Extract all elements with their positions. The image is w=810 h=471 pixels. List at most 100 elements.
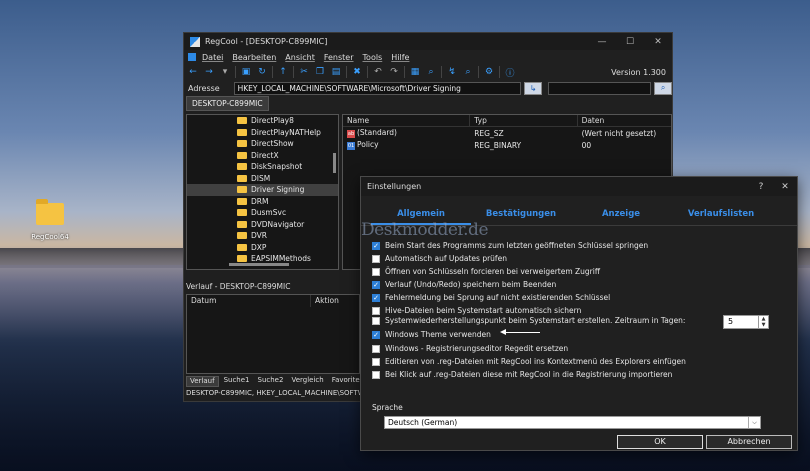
- search-icon[interactable]: ⌕: [462, 66, 474, 78]
- option-row[interactable]: Öffnen von Schlüsseln forcieren bei verw…: [372, 266, 600, 277]
- checkbox[interactable]: ✓: [372, 241, 380, 250]
- dropdown-icon[interactable]: ▾: [219, 66, 231, 78]
- tab-vergleich[interactable]: Vergleich: [288, 376, 326, 387]
- help-icon[interactable]: ⓘ: [504, 66, 516, 79]
- checkbox[interactable]: [372, 370, 380, 379]
- option-row[interactable]: ✓ Windows Theme verwenden: [372, 329, 491, 340]
- maximize-button[interactable]: ☐: [616, 37, 644, 47]
- menu-bearbeiten[interactable]: Bearbeiten: [232, 53, 276, 62]
- address-input[interactable]: HKEY_LOCAL_MACHINE\SOFTWARE\Microsoft\Dr…: [233, 81, 522, 95]
- option-label: Editieren von .reg-Dateien mit RegCool i…: [385, 357, 686, 366]
- checkbox[interactable]: [372, 316, 380, 325]
- option-label: Windows - Registrierungseditor Regedit e…: [385, 344, 569, 353]
- table-row[interactable]: ab (Standard) REG_SZ (Wert nicht gesetzt): [343, 127, 671, 139]
- checkbox[interactable]: ✓: [372, 280, 380, 289]
- option-row[interactable]: Editieren von .reg-Dateien mit RegCool i…: [372, 356, 686, 367]
- jump-icon[interactable]: ↯: [446, 66, 458, 78]
- table-row[interactable]: 01 Policy REG_BINARY 00: [343, 139, 671, 151]
- menu-datei[interactable]: Datei: [202, 53, 223, 62]
- checkbox[interactable]: [372, 344, 380, 353]
- value-name: Policy: [357, 140, 379, 149]
- save-icon[interactable]: ▣: [240, 66, 252, 78]
- tree-item[interactable]: DVDNavigator: [187, 219, 338, 231]
- column-aktion[interactable]: Aktion: [311, 295, 339, 307]
- tree-item[interactable]: DISM: [187, 173, 338, 185]
- search-input[interactable]: [548, 81, 652, 95]
- tree-item[interactable]: DirectShow: [187, 138, 338, 150]
- tree-item[interactable]: DiskSnapshot: [187, 161, 338, 173]
- tree-item[interactable]: DRM: [187, 196, 338, 208]
- delete-icon[interactable]: ✖: [351, 66, 363, 78]
- option-row[interactable]: Bei Klick auf .reg-Dateien diese mit Reg…: [372, 369, 672, 380]
- tab-machine[interactable]: DESKTOP-C899MIC: [186, 96, 269, 111]
- tree-item[interactable]: Driver Signing: [187, 184, 338, 196]
- undo-icon[interactable]: ↶: [372, 66, 384, 78]
- column-type[interactable]: Typ: [470, 115, 578, 127]
- tab-verlaufslisten[interactable]: Verlaufslisten: [671, 206, 771, 225]
- column-data[interactable]: Daten: [578, 115, 671, 127]
- refresh-icon[interactable]: ↻: [256, 66, 268, 78]
- menu-tools[interactable]: Tools: [363, 53, 383, 62]
- dialog-titlebar[interactable]: Einstellungen ? ✕: [361, 177, 797, 196]
- checkbox[interactable]: ✓: [372, 330, 380, 339]
- copy-icon[interactable]: ❐: [314, 66, 326, 78]
- checkbox[interactable]: ✓: [372, 293, 380, 302]
- tab-suche1[interactable]: Suche1: [221, 376, 253, 387]
- find-icon[interactable]: ⌕: [425, 66, 437, 78]
- tree-item[interactable]: DirectPlayNATHelp: [187, 127, 338, 139]
- tree-item-label: DusmSvc: [251, 208, 287, 218]
- option-row[interactable]: ✓ Fehlermeldung bei Sprung auf nicht exis…: [372, 292, 610, 303]
- checkbox[interactable]: [372, 267, 380, 276]
- tab-anzeige[interactable]: Anzeige: [571, 206, 671, 225]
- menu-fenster[interactable]: Fenster: [324, 53, 354, 62]
- days-spinbox[interactable]: 5 ▲ ▼: [723, 315, 769, 329]
- chevron-down-icon[interactable]: ⌵: [748, 417, 760, 428]
- ok-button[interactable]: OK: [617, 435, 703, 449]
- paste-icon[interactable]: ▤: [330, 66, 342, 78]
- menu-hilfe[interactable]: Hilfe: [391, 53, 409, 62]
- app-menu-icon[interactable]: [188, 53, 196, 61]
- tree-item[interactable]: DVR: [187, 230, 338, 242]
- option-row[interactable]: Windows - Registrierungseditor Regedit e…: [372, 343, 568, 354]
- dialog-title: Einstellungen: [367, 182, 422, 191]
- cut-icon[interactable]: ✂: [298, 66, 310, 78]
- window-titlebar[interactable]: RegCool - [DESKTOP-C899MIC] — ☐ ✕: [184, 33, 672, 50]
- tree-item[interactable]: DirectX: [187, 150, 338, 162]
- tree-hscrollbar[interactable]: [229, 263, 289, 266]
- help-button[interactable]: ?: [749, 182, 773, 192]
- option-row[interactable]: ✓ Beim Start des Programms zum letzten ge…: [372, 240, 648, 251]
- close-button[interactable]: ✕: [644, 37, 672, 47]
- days-value: 5: [728, 317, 734, 326]
- new-key-icon[interactable]: ▦: [409, 66, 421, 78]
- redo-icon[interactable]: ↷: [388, 66, 400, 78]
- option-row[interactable]: Automatisch auf Updates prüfen: [372, 253, 507, 264]
- settings-gear-icon[interactable]: ⚙: [483, 66, 495, 78]
- option-row[interactable]: Systemwiederherstellungspunkt beim Syste…: [372, 315, 685, 326]
- tree-item[interactable]: DirectPlay8: [187, 115, 338, 127]
- checkbox[interactable]: [372, 306, 380, 315]
- registry-tree[interactable]: DirectPlay8 DirectPlayNATHelp DirectShow Di…: [186, 114, 339, 270]
- forward-arrow-icon[interactable]: →: [203, 66, 215, 78]
- column-name[interactable]: Name: [343, 115, 471, 127]
- tree-item[interactable]: DusmSvc: [187, 207, 338, 219]
- tree-item[interactable]: DXP: [187, 242, 338, 254]
- dialog-close-button[interactable]: ✕: [773, 182, 797, 192]
- minimize-button[interactable]: —: [588, 37, 616, 47]
- go-button[interactable]: ↳: [524, 81, 543, 95]
- checkbox[interactable]: [372, 357, 380, 366]
- desktop-icon-regcool[interactable]: RegCool64: [22, 199, 78, 241]
- tab-suche2[interactable]: Suche2: [255, 376, 287, 387]
- column-datum[interactable]: Datum: [187, 295, 311, 307]
- back-arrow-icon[interactable]: ←: [187, 66, 199, 78]
- search-button[interactable]: ⌕: [654, 81, 672, 95]
- spin-arrows-icon[interactable]: ▲ ▼: [758, 316, 768, 328]
- option-row[interactable]: ✓ Verlauf (Undo/Redo) speichern beim Been…: [372, 279, 556, 290]
- values-header: Name Typ Daten: [343, 115, 671, 127]
- cancel-button[interactable]: Abbrechen: [706, 435, 792, 449]
- language-select[interactable]: Deutsch (German) ⌵: [384, 416, 761, 429]
- tab-verlauf[interactable]: Verlauf: [186, 376, 219, 387]
- tree-scrollbar[interactable]: [333, 153, 336, 173]
- menu-ansicht[interactable]: Ansicht: [285, 53, 315, 62]
- checkbox[interactable]: [372, 254, 380, 263]
- up-arrow-icon[interactable]: ↑: [277, 66, 289, 78]
